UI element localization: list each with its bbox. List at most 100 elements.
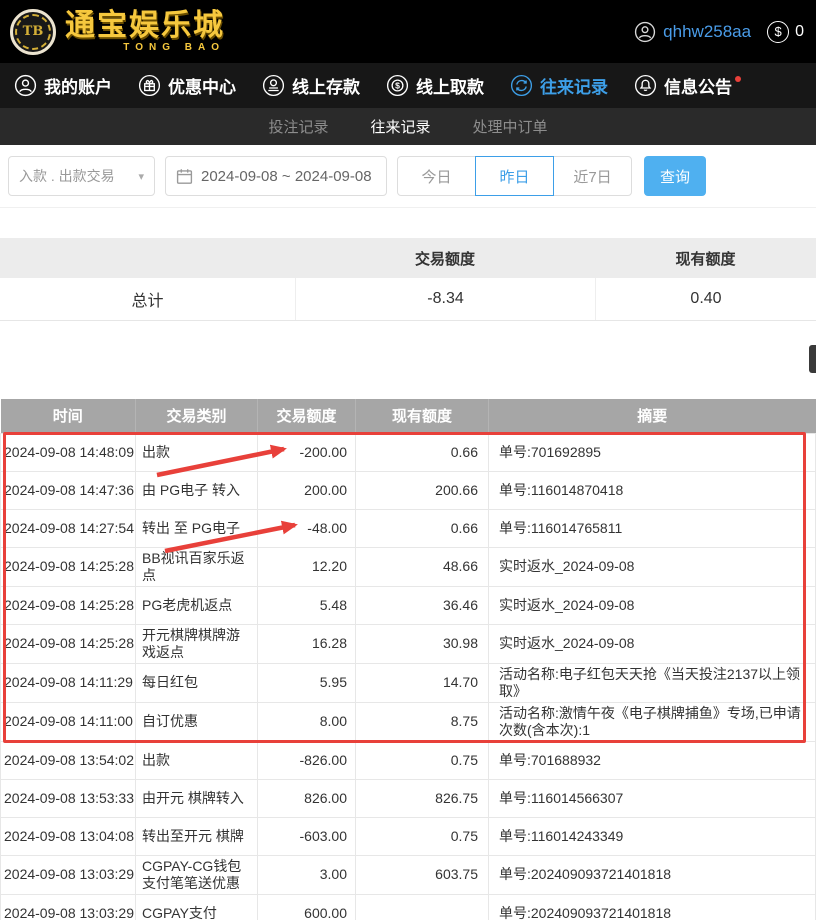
logo-text: 通宝娱乐城 TONG BAO bbox=[65, 10, 225, 54]
cell-summary: 单号:116014765811 bbox=[489, 509, 816, 547]
header-type: 交易类别 bbox=[136, 399, 258, 433]
cell-time: 2024-09-08 14:27:54 bbox=[1, 509, 136, 547]
last-7-days-button[interactable]: 近7日 bbox=[553, 156, 632, 196]
cell-summary: 活动名称:电子红包天天抢《当天投注2137以上领取》 bbox=[489, 663, 816, 702]
table-row: 2024-09-08 14:48:09出款-200.000.66单号:70169… bbox=[1, 433, 816, 471]
main-nav: 我的账户 优惠中心 线上存款 $ 线上取款 往来记录 信息公告 bbox=[0, 63, 816, 108]
records-tabs: 投注记录 往来记录 处理中订单 bbox=[0, 108, 816, 145]
cell-summary: 单号:701692895 bbox=[489, 433, 816, 471]
cell-balance: 0.75 bbox=[356, 817, 489, 855]
date-quick-buttons: 今日 昨日 近7日 bbox=[397, 156, 632, 196]
yesterday-button[interactable]: 昨日 bbox=[475, 156, 554, 196]
transaction-type-value: 入款 . 出款交易 bbox=[19, 166, 115, 186]
nav-item-my-account[interactable]: 我的账户 bbox=[14, 73, 112, 98]
cell-summary: 单号:701688932 bbox=[489, 741, 816, 779]
cell-balance: 8.75 bbox=[356, 702, 489, 741]
top-header: TB 通宝娱乐城 TONG BAO qhhw258aa $ 0 bbox=[0, 0, 816, 63]
cell-type: 出款 bbox=[136, 741, 258, 779]
cell-type: 开元棋牌棋牌游戏返点 bbox=[136, 624, 258, 663]
transaction-type-select[interactable]: 入款 . 出款交易 ▾ bbox=[8, 156, 155, 196]
cell-time: 2024-09-08 13:03:29 bbox=[1, 894, 136, 920]
cell-balance: 200.66 bbox=[356, 471, 489, 509]
cell-type: CGPAY-CG钱包支付笔笔送优惠 bbox=[136, 855, 258, 894]
cell-amount: 5.48 bbox=[258, 586, 356, 624]
cell-type: CGPAY支付 bbox=[136, 894, 258, 920]
table-row: 2024-09-08 14:25:28BB视讯百家乐返点12.2048.66实时… bbox=[1, 547, 816, 586]
cell-amount: 12.20 bbox=[258, 547, 356, 586]
table-row: 2024-09-08 14:47:36由 PG电子 转入200.00200.66… bbox=[1, 471, 816, 509]
tab-betting-records[interactable]: 投注记录 bbox=[268, 116, 328, 137]
withdraw-icon: $ bbox=[386, 74, 409, 97]
site-title: 通宝娱乐城 bbox=[65, 10, 225, 42]
cell-summary: 实时返水_2024-09-08 bbox=[489, 547, 816, 586]
cell-time: 2024-09-08 14:11:29 bbox=[1, 663, 136, 702]
cell-balance: 14.70 bbox=[356, 663, 489, 702]
cell-type: PG老虎机返点 bbox=[136, 586, 258, 624]
table-row: 2024-09-08 14:11:29每日红包5.9514.70活动名称:电子红… bbox=[1, 663, 816, 702]
nav-label: 往来记录 bbox=[540, 73, 608, 98]
today-button[interactable]: 今日 bbox=[397, 156, 476, 196]
table-row: 2024-09-08 13:54:02出款-826.000.75单号:70168… bbox=[1, 741, 816, 779]
floating-widget[interactable] bbox=[809, 345, 816, 373]
header-transaction-amount: 交易额度 bbox=[258, 399, 356, 433]
records-table: 时间 交易类别 交易额度 现有额度 摘要 2024-09-08 14:48:09… bbox=[0, 399, 816, 920]
notification-dot bbox=[735, 76, 741, 82]
cell-time: 2024-09-08 13:04:08 bbox=[1, 817, 136, 855]
dollar-icon: $ bbox=[767, 21, 789, 43]
table-row: 2024-09-08 13:03:29CGPAY-CG钱包支付笔笔送优惠3.00… bbox=[1, 855, 816, 894]
summary-col-current-balance: 现有额度 bbox=[595, 248, 816, 269]
nav-label: 信息公告 bbox=[664, 73, 732, 98]
filter-bar: 入款 . 出款交易 ▾ 2024-09-08 ~ 2024-09-08 今日 昨… bbox=[0, 145, 816, 208]
nav-label: 线上存款 bbox=[292, 73, 360, 98]
cell-balance: 48.66 bbox=[356, 547, 489, 586]
table-row: 2024-09-08 14:25:28开元棋牌棋牌游戏返点16.2830.98实… bbox=[1, 624, 816, 663]
search-button[interactable]: 查询 bbox=[644, 156, 706, 196]
cell-type: 自订优惠 bbox=[136, 702, 258, 741]
header-summary: 摘要 bbox=[489, 399, 816, 433]
cell-balance: 0.75 bbox=[356, 741, 489, 779]
chevron-down-icon: ▾ bbox=[138, 170, 144, 183]
table-row: 2024-09-08 14:27:54转出 至 PG电子-48.000.66单号… bbox=[1, 509, 816, 547]
nav-item-announcements[interactable]: 信息公告 bbox=[634, 73, 732, 98]
balance-value: 0 bbox=[795, 23, 804, 41]
user-icon bbox=[634, 21, 656, 43]
nav-item-transfer-records[interactable]: 往来记录 bbox=[510, 73, 608, 98]
username: qhhw258aa bbox=[663, 22, 751, 42]
table-row: 2024-09-08 13:03:29CGPAY支付600.00单号:20240… bbox=[1, 894, 816, 920]
deposit-icon bbox=[262, 74, 285, 97]
cell-time: 2024-09-08 13:54:02 bbox=[1, 741, 136, 779]
summary-balance-total: 0.40 bbox=[595, 278, 816, 320]
table-row: 2024-09-08 13:53:33由开元 棋牌转入826.00826.75单… bbox=[1, 779, 816, 817]
summary-col-transaction-amount: 交易额度 bbox=[295, 248, 595, 269]
summary-transaction-total: -8.34 bbox=[295, 278, 595, 320]
user-account-link[interactable]: qhhw258aa bbox=[634, 21, 751, 43]
cell-time: 2024-09-08 13:53:33 bbox=[1, 779, 136, 817]
tab-transfer-records[interactable]: 往来记录 bbox=[370, 116, 430, 137]
site-logo[interactable]: TB 通宝娱乐城 TONG BAO bbox=[10, 9, 225, 55]
cell-balance: 603.75 bbox=[356, 855, 489, 894]
date-range-value: 2024-09-08 ~ 2024-09-08 bbox=[201, 168, 372, 185]
cell-balance: 36.46 bbox=[356, 586, 489, 624]
cell-amount: 200.00 bbox=[258, 471, 356, 509]
cell-time: 2024-09-08 14:47:36 bbox=[1, 471, 136, 509]
tab-processing-orders[interactable]: 处理中订单 bbox=[473, 116, 548, 137]
nav-item-promotions[interactable]: 优惠中心 bbox=[138, 73, 236, 98]
nav-label: 我的账户 bbox=[44, 73, 112, 98]
user-icon bbox=[14, 74, 37, 97]
table-row: 2024-09-08 14:25:28PG老虎机返点5.4836.46实时返水_… bbox=[1, 586, 816, 624]
bell-icon bbox=[634, 74, 657, 97]
cell-time: 2024-09-08 14:25:28 bbox=[1, 547, 136, 586]
cell-amount: -48.00 bbox=[258, 509, 356, 547]
summary-total-row: 总计 -8.34 0.40 bbox=[0, 278, 816, 321]
nav-label: 线上取款 bbox=[416, 73, 484, 98]
cell-balance bbox=[356, 894, 489, 920]
cell-summary: 活动名称:激情午夜《电子棋牌捕鱼》专场,已申请次数(含本次):1 bbox=[489, 702, 816, 741]
nav-item-withdraw[interactable]: $ 线上取款 bbox=[386, 73, 484, 98]
cell-amount: -603.00 bbox=[258, 817, 356, 855]
nav-item-deposit[interactable]: 线上存款 bbox=[262, 73, 360, 98]
wallet-balance[interactable]: $ 0 bbox=[767, 21, 804, 43]
records-table-wrap: 时间 交易类别 交易额度 现有额度 摘要 2024-09-08 14:48:09… bbox=[0, 399, 816, 920]
date-range-input[interactable]: 2024-09-08 ~ 2024-09-08 bbox=[165, 156, 387, 196]
cell-summary: 单号:116014243349 bbox=[489, 817, 816, 855]
cell-type: 由开元 棋牌转入 bbox=[136, 779, 258, 817]
